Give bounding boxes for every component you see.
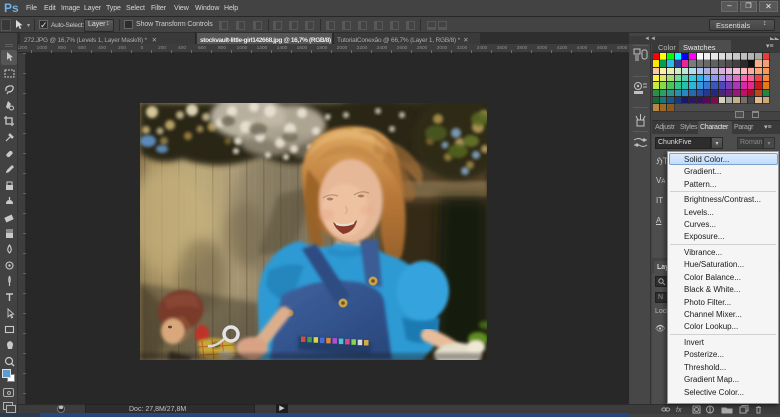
svg-text:fx: fx	[676, 407, 682, 414]
